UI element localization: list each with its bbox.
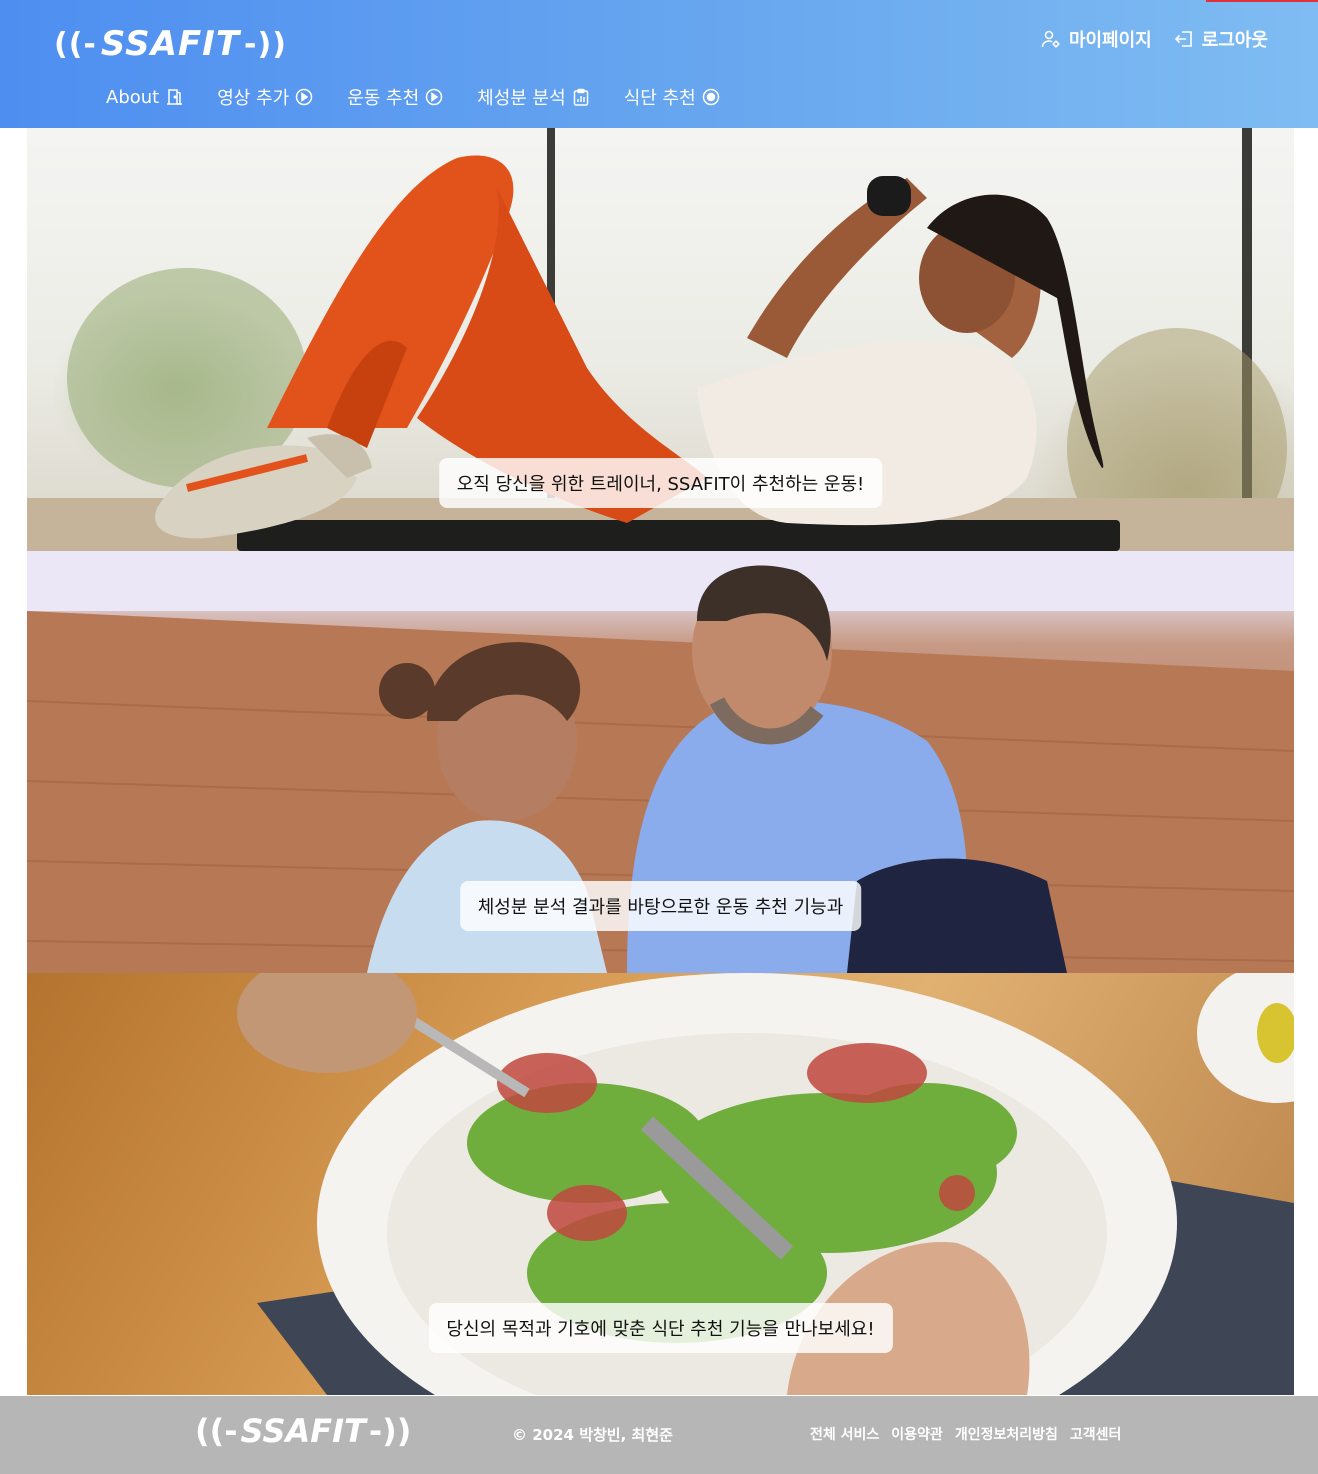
nav-item-exercise-recommend[interactable]: 운동 추천 [347,84,443,110]
logout-link[interactable]: 로그아웃 [1174,26,1268,52]
mypage-label: 마이페이지 [1068,30,1152,51]
hero-slide-3: 당신의 목적과 기호에 맞춘 식단 추천 기능을 만나보세요! [27,973,1294,1395]
footer-links: 전체 서비스 이용약관 개인정보처리방침 고객센터 [810,1424,1121,1444]
footer-link-all-services[interactable]: 전체 서비스 [810,1424,879,1444]
hero-slide-2: 체성분 분석 결과를 바탕으로한 운동 추천 기능과 [27,551,1294,973]
play-circle-icon [425,88,443,106]
logo-dumbbell-left: ((- [54,26,97,62]
nav-label-add-video: 영상 추가 [217,88,290,109]
meal-icon [702,88,719,106]
footer-logo[interactable]: ((-SSAFIT-)) [192,1412,414,1450]
nav-item-about[interactable]: About [106,87,183,108]
nav-label-body-analysis: 체성분 분석 [477,88,566,109]
hero-caption-3: 당신의 목적과 기호에 맞춘 식단 추천 기능을 만나보세요! [428,1303,893,1353]
main-nav: About 영상 추가 운동 추천 체성분 분석 식단 추천 [106,84,720,110]
top-accent-bar [1206,0,1318,2]
footer-logo-dumbbell-left: ((- [195,1412,238,1450]
nav-item-meal-recommend[interactable]: 식단 추천 [624,84,720,110]
nav-label-exercise-recommend: 운동 추천 [347,88,420,109]
logout-icon [1174,31,1192,47]
footer-link-support[interactable]: 고객센터 [1070,1424,1122,1444]
play-circle-icon [295,88,313,106]
site-header: ((- SSAFIT -)) 마이페이지 로그아웃 About 영상 추가 운동… [0,0,1318,128]
footer-link-privacy[interactable]: 개인정보처리방침 [955,1424,1058,1444]
clipboard-chart-icon [573,88,588,106]
hero-caption-1: 오직 당신을 위한 트레이너, SSAFIT이 추천하는 운동! [438,458,883,508]
mypage-link[interactable]: 마이페이지 [1041,26,1152,52]
nav-item-add-video[interactable]: 영상 추가 [217,84,313,110]
hero-slide-1: 오직 당신을 위한 트레이너, SSAFIT이 추천하는 운동! [27,128,1294,551]
site-footer: ((-SSAFIT-)) © 2024 박창빈, 최현준 전체 서비스 이용약관… [0,1396,1318,1474]
user-gear-icon [1041,30,1060,48]
logout-label: 로그아웃 [1201,30,1268,51]
nav-item-body-analysis[interactable]: 체성분 분석 [477,84,590,110]
site-logo[interactable]: ((- SSAFIT -)) [50,22,291,66]
footer-logo-dumbbell-right: -)) [368,1412,412,1450]
door-icon [167,89,183,105]
nav-label-meal-recommend: 식단 추천 [623,88,696,109]
hero-caption-2: 체성분 분석 결과를 바탕으로한 운동 추천 기능과 [459,881,862,931]
nav-label-about: About [106,86,160,108]
footer-logo-text: SSAFIT [240,1412,366,1450]
user-menu: 마이페이지 로그아웃 [1041,26,1268,52]
logo-dumbbell-right: -)) [244,26,287,62]
copyright-text: © 2024 박창빈, 최현준 [512,1426,673,1444]
logo-text: SSAFIT [100,24,241,64]
footer-link-terms[interactable]: 이용약관 [891,1424,943,1444]
